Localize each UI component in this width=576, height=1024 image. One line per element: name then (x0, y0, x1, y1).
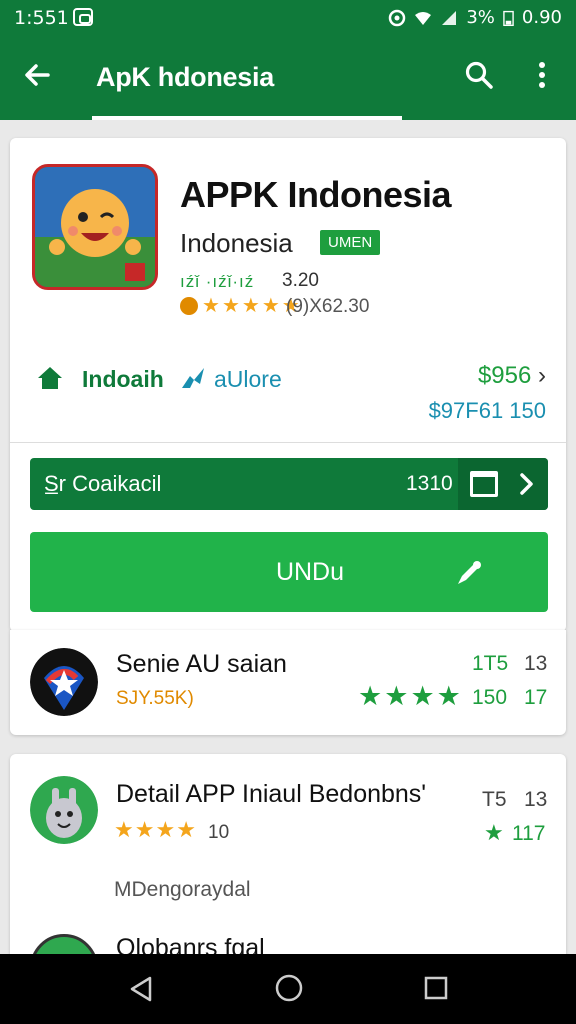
signal-icon (442, 10, 457, 25)
coin-icon (180, 297, 198, 315)
list-item-stars: ★ ★ ★ ★ (114, 818, 196, 842)
star-icon: ★ (436, 681, 461, 711)
notification-icon (73, 8, 93, 26)
nav-recent-apps-icon[interactable] (422, 974, 450, 1002)
rating-stars: ★ ★ ★ ★ ★ (180, 296, 300, 316)
download-label: S̲r Coaikacil (44, 471, 162, 496)
nav-back-icon[interactable] (126, 974, 156, 1004)
home-icon (38, 367, 62, 389)
alarm-icon (389, 9, 406, 26)
list-item-meta-b: 13 (524, 788, 548, 811)
star-icon: ★ (114, 817, 134, 842)
tag-secondary[interactable]: aUlore (214, 366, 282, 393)
install-button-label: UNDu (275, 558, 345, 586)
price-primary[interactable]: $956 › (478, 362, 546, 390)
app-icon[interactable] (32, 164, 158, 290)
window-icon[interactable] (470, 471, 498, 497)
nav-home-icon[interactable] (274, 973, 304, 1003)
status-icons: 3% 0.90 (388, 7, 562, 28)
download-size: 1310 (406, 472, 453, 495)
list-item-subtitle: 10 (208, 822, 230, 843)
star-icon: ★ (410, 681, 435, 711)
page-title: ApK hdonesia (96, 62, 274, 92)
app-thumbnail-icon (30, 648, 98, 716)
download-bar[interactable]: S̲r Coaikacil 1310 (30, 458, 548, 510)
status-bar: 1:551 3% 0.90 (0, 0, 576, 36)
status-clock: 0.90 (521, 7, 562, 28)
list-item-rating: 117 (512, 822, 546, 845)
star-icon: ★ (134, 817, 155, 842)
list-item-meta-a: T5 (482, 788, 507, 811)
list-item-stars: ★ ★ ★ ★ (358, 682, 461, 710)
category-badge: UMEN (320, 230, 381, 255)
star-icon: ★ (358, 681, 383, 711)
app-name: APPK Indonesia (180, 174, 452, 215)
divider (10, 442, 566, 443)
battery-icon (503, 10, 514, 26)
list-item-subtitle: SJY.55K) (116, 688, 194, 709)
wifi-icon (415, 11, 432, 25)
mini-rating: ıźǐ ·ıźǐ·ıź (180, 272, 255, 291)
chevron-right-icon[interactable] (518, 471, 536, 497)
star-icon: ★ (155, 817, 176, 842)
star-icon: ★ (484, 820, 504, 845)
list-item-rating: 150 (472, 686, 508, 709)
developer-name[interactable]: Indonesia (180, 228, 293, 259)
mini-rating-value: 3.20 (282, 270, 319, 291)
price-primary-value: $956 (477, 362, 532, 389)
tab-indicator (92, 116, 402, 120)
install-button[interactable]: UNDu (30, 532, 548, 612)
back-arrow-icon[interactable] (22, 60, 52, 90)
share-icon (182, 368, 204, 388)
app-thumbnail-icon (30, 776, 98, 844)
more-vert-icon[interactable] (530, 60, 554, 90)
star-icon: ★ (384, 681, 409, 711)
mascot-icon (35, 167, 155, 287)
app-detail-card: APPK Indonesia Indonesia UMEN ıźǐ ·ıźǐ·ı… (10, 138, 566, 632)
list-item[interactable]: Detail APP Iniaul Bedonbns' ★ ★ ★ ★ 10 T… (10, 754, 566, 1002)
review-count: (9)X62.30 (286, 296, 370, 317)
price-secondary: $97F61 150 (428, 398, 546, 423)
status-time: 1:551 (14, 7, 69, 29)
app-bar: ApK hdonesia (0, 36, 576, 120)
star-icon: ★ (241, 295, 260, 317)
list-item[interactable]: Senie AU saian SJY.55K) 1T5 13 ★ ★ ★ ★ 1… (10, 630, 566, 735)
list-item-count: 17 (524, 686, 548, 709)
list-item-title: Senie AU saian (116, 650, 287, 678)
chevron-right-icon: › (538, 362, 546, 389)
star-icon: ★ (202, 295, 220, 317)
list-item-description: MDengoraydal (114, 878, 251, 901)
battery-percent: 3% (466, 7, 495, 28)
list-item-meta-a: 1T5 (472, 652, 509, 675)
star-icon: ★ (221, 295, 240, 317)
list-item-title: Detail APP Iniaul Bedonbns' (116, 780, 427, 808)
search-icon[interactable] (464, 60, 494, 90)
star-icon: ★ (176, 817, 196, 842)
star-icon: ★ (261, 295, 280, 317)
edit-pencil-icon[interactable] (454, 558, 484, 588)
navigation-bar (0, 954, 576, 1024)
list-item-meta-b: 13 (524, 652, 548, 675)
tag-primary[interactable]: Indoaih (82, 366, 164, 393)
